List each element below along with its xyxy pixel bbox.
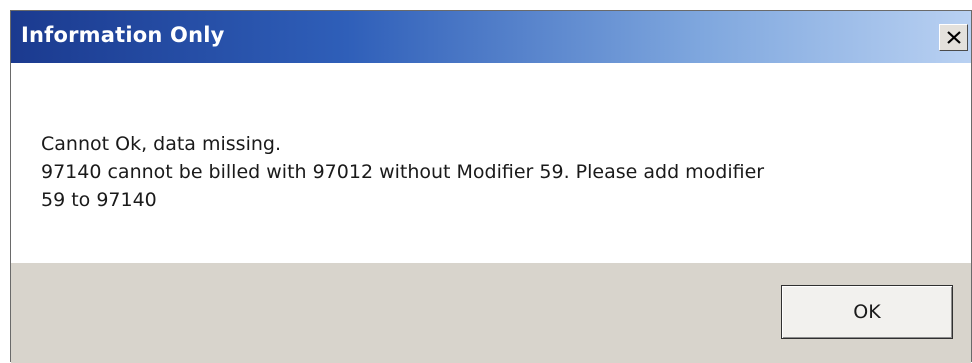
message-line-1: Cannot Ok, data missing. bbox=[41, 133, 281, 155]
message-line-3: 59 to 97140 bbox=[41, 189, 157, 211]
ok-button[interactable]: OK bbox=[781, 285, 953, 339]
close-button[interactable] bbox=[939, 24, 968, 51]
information-dialog: Information Only Cannot Ok, data missing… bbox=[10, 10, 972, 363]
dialog-title: Information Only bbox=[21, 23, 225, 47]
message-area: Cannot Ok, data missing. 97140 cannot be… bbox=[11, 63, 971, 263]
title-bar[interactable]: Information Only bbox=[11, 11, 971, 63]
message-line-2: 97140 cannot be billed with 97012 withou… bbox=[41, 161, 765, 183]
close-icon bbox=[947, 31, 961, 44]
button-bar: OK bbox=[11, 263, 971, 363]
